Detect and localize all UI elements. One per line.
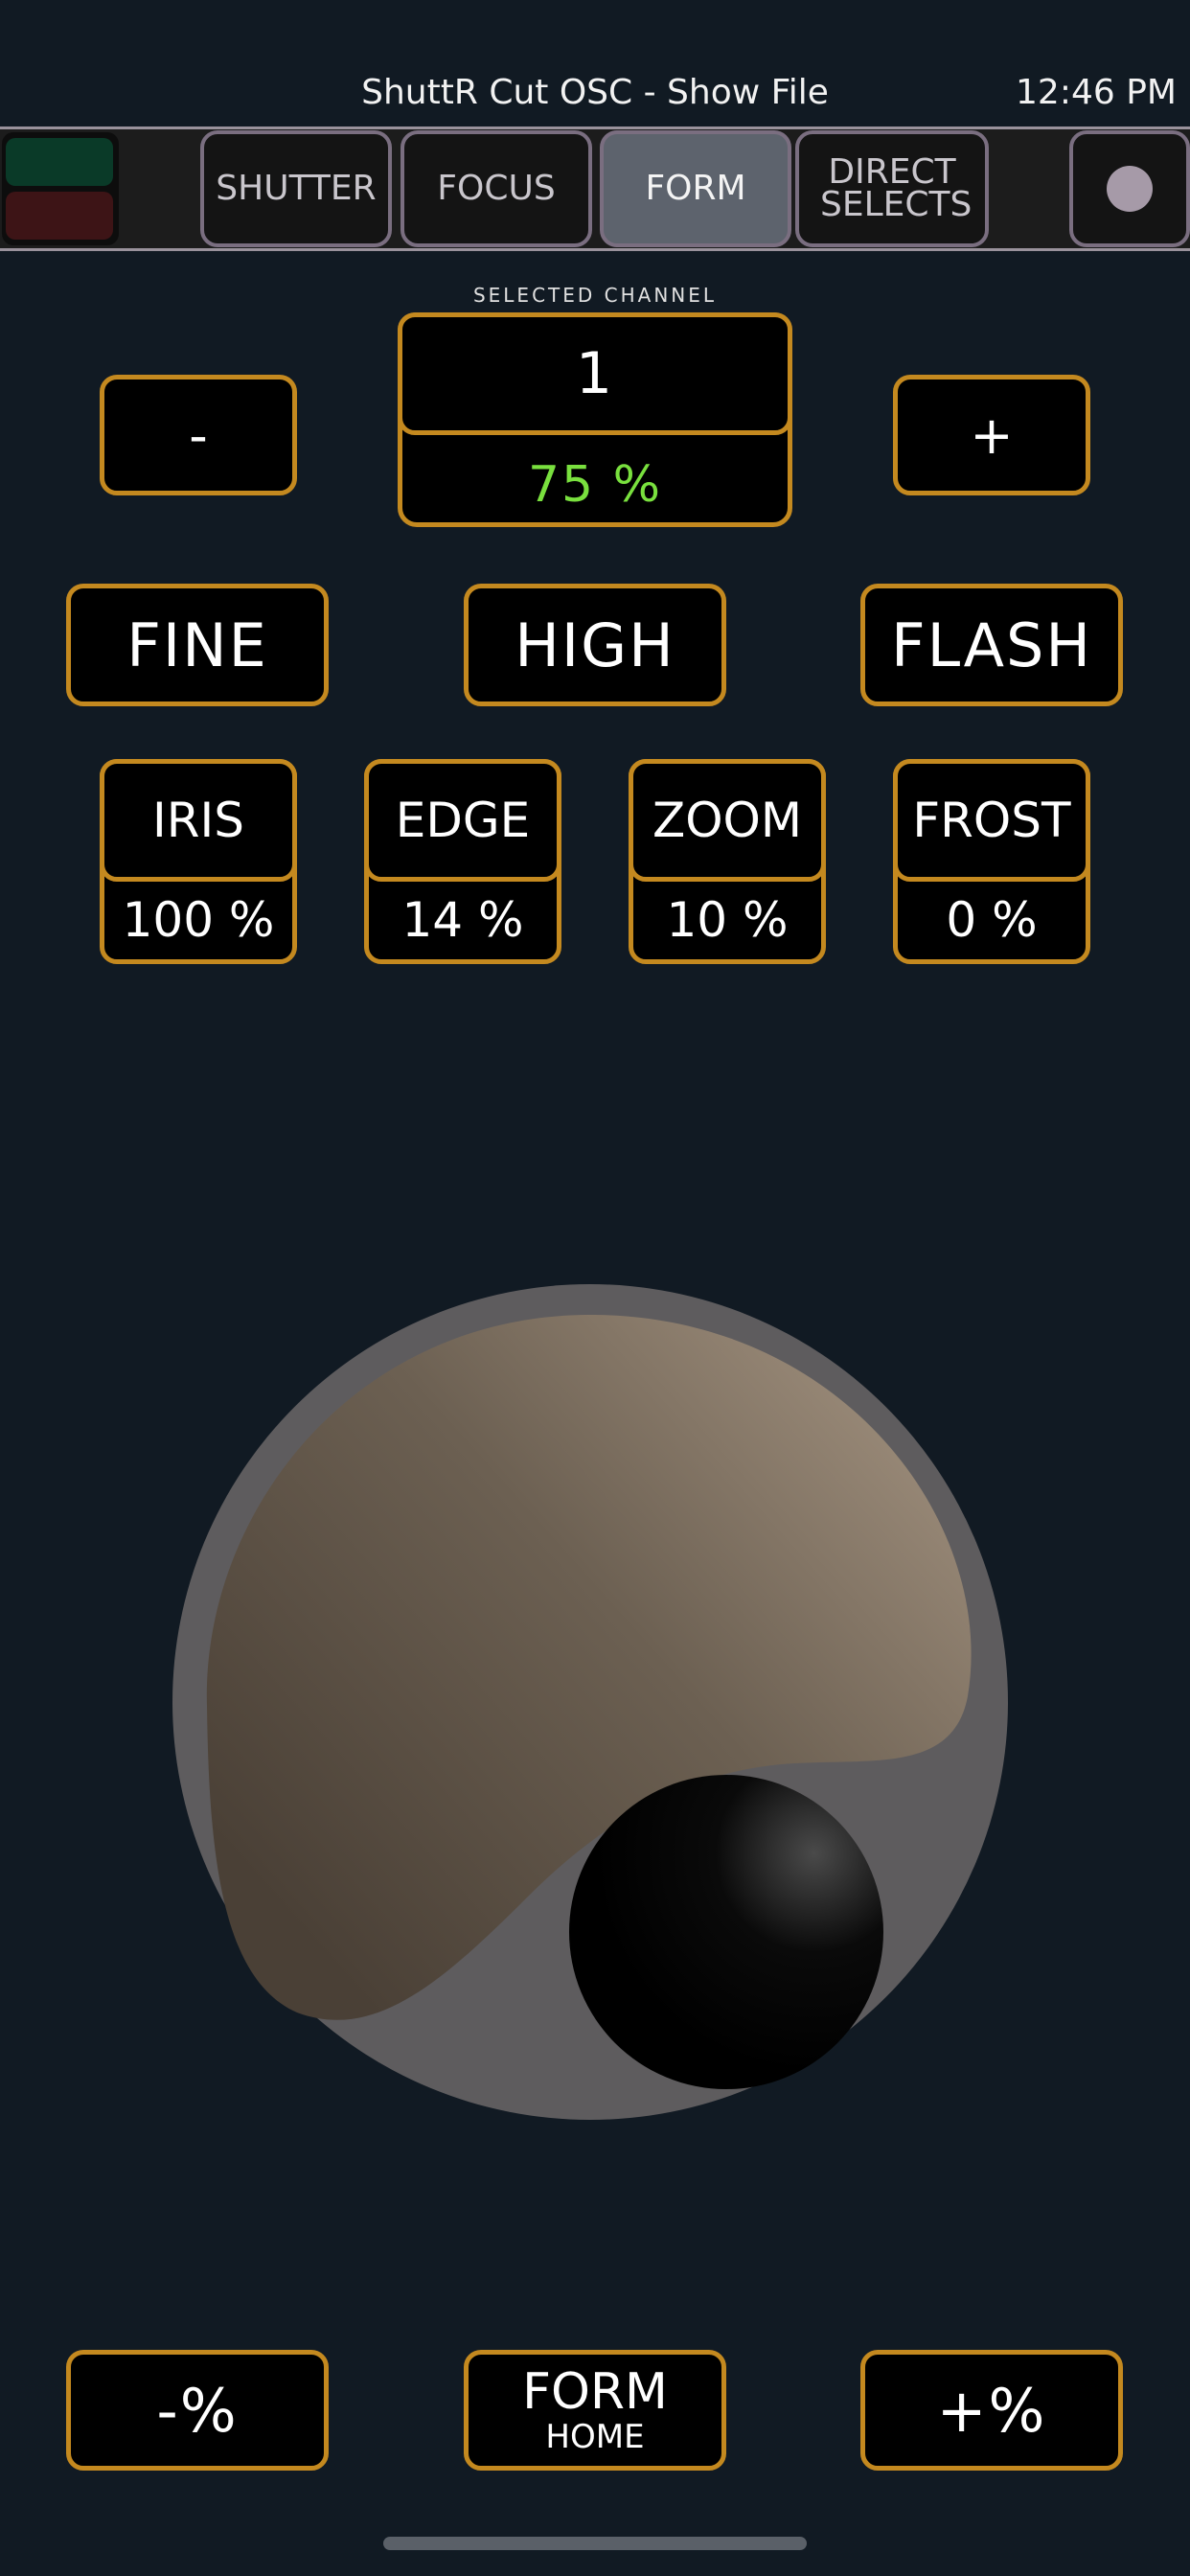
status-indicator-red	[6, 192, 113, 240]
tab-form-label: FORM	[645, 169, 746, 208]
tab-direct-selects-label: DIRECT SELECTS	[820, 152, 973, 224]
form-home-button[interactable]: FORM HOME	[464, 2350, 726, 2471]
status-indicator-green	[6, 138, 113, 186]
tab-shutter[interactable]: SHUTTER	[200, 130, 392, 247]
flash-button[interactable]: FLASH	[860, 584, 1123, 706]
app-title: ShuttR Cut OSC - Show File	[361, 73, 829, 112]
selected-channel-label: SELECTED CHANNEL	[472, 284, 718, 307]
high-button[interactable]: HIGH	[464, 584, 726, 706]
iris-value: 100 %	[122, 892, 275, 948]
channel-number[interactable]: 1	[398, 312, 792, 435]
fine-button[interactable]: FINE	[66, 584, 329, 706]
form-home-subtitle: HOME	[545, 2418, 645, 2456]
edge-value: 14 %	[401, 892, 524, 948]
frost-label: FROST	[893, 759, 1090, 882]
edge-label: EDGE	[364, 759, 561, 882]
record-button[interactable]	[1069, 130, 1190, 247]
tab-shutter-label: SHUTTER	[216, 169, 377, 208]
tab-focus[interactable]: FOCUS	[400, 130, 592, 247]
tab-form[interactable]: FORM	[600, 130, 791, 247]
iris-label: IRIS	[100, 759, 297, 882]
tab-focus-label: FOCUS	[437, 169, 556, 208]
clock: 12:46 PM	[1016, 73, 1177, 112]
zoom-label: ZOOM	[629, 759, 826, 882]
joystick-knob[interactable]	[569, 1775, 883, 2089]
tab-bar	[0, 126, 1190, 251]
form-home-title: FORM	[522, 2363, 668, 2421]
zoom-value: 10 %	[666, 892, 789, 948]
frost-value: 0 %	[946, 892, 1038, 948]
channel-plus-button[interactable]: +	[893, 375, 1090, 495]
plus-percent-button[interactable]: +%	[860, 2350, 1123, 2471]
home-indicator[interactable]	[383, 2537, 807, 2550]
minus-percent-button[interactable]: -%	[66, 2350, 329, 2471]
form-joystick[interactable]	[163, 1275, 1025, 2137]
channel-minus-button[interactable]: -	[100, 375, 297, 495]
tab-direct-selects[interactable]: DIRECT SELECTS	[795, 130, 989, 247]
channel-level: 75 %	[527, 456, 663, 514]
record-dot-icon	[1107, 166, 1153, 212]
